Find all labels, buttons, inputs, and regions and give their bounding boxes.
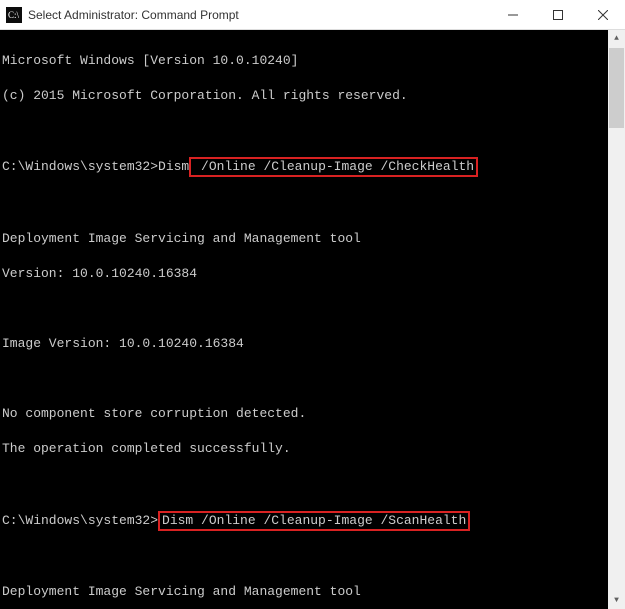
scroll-thumb[interactable] [609, 48, 624, 128]
svg-text:C:\: C:\ [8, 10, 20, 20]
output-line: Deployment Image Servicing and Managemen… [2, 583, 608, 601]
terminal-output[interactable]: Microsoft Windows [Version 10.0.10240] (… [0, 30, 608, 609]
close-button[interactable] [580, 0, 625, 29]
scroll-down-icon[interactable]: ▼ [608, 592, 625, 609]
scroll-up-icon[interactable]: ▲ [608, 30, 625, 47]
output-line: C:\Windows\system32>Dism /Online /Cleanu… [2, 511, 608, 531]
highlight-checkhealth: /Online /Cleanup-Image /CheckHealth [189, 157, 478, 177]
output-line [2, 300, 608, 318]
output-line: Deployment Image Servicing and Managemen… [2, 230, 608, 248]
output-line [2, 122, 608, 140]
output-line [2, 195, 608, 213]
window-controls [490, 0, 625, 29]
output-line: Version: 10.0.10240.16384 [2, 265, 608, 283]
scrollbar[interactable]: ▲ ▼ [608, 30, 625, 609]
output-line [2, 475, 608, 493]
highlight-scanhealth: Dism /Online /Cleanup-Image /ScanHealth [158, 511, 470, 531]
output-line [2, 370, 608, 388]
output-line: No component store corruption detected. [2, 405, 608, 423]
maximize-button[interactable] [535, 0, 580, 29]
output-line: C:\Windows\system32>Dism /Online /Cleanu… [2, 157, 608, 177]
cmd-icon: C:\ [6, 7, 22, 23]
output-line: (c) 2015 Microsoft Corporation. All righ… [2, 87, 608, 105]
window-title: Select Administrator: Command Prompt [28, 8, 490, 22]
minimize-button[interactable] [490, 0, 535, 29]
terminal-wrap: Microsoft Windows [Version 10.0.10240] (… [0, 30, 625, 609]
titlebar: C:\ Select Administrator: Command Prompt [0, 0, 625, 30]
output-line: Image Version: 10.0.10240.16384 [2, 335, 608, 353]
output-line: The operation completed successfully. [2, 440, 608, 458]
output-line [2, 548, 608, 566]
output-line: Microsoft Windows [Version 10.0.10240] [2, 52, 608, 70]
